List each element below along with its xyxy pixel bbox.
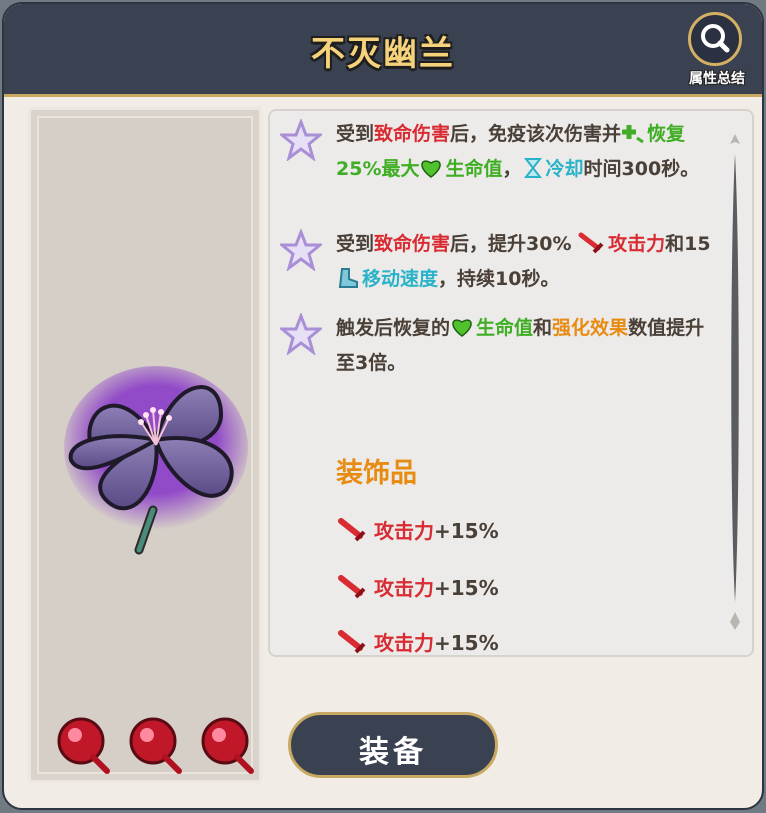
red-gem-icon — [129, 717, 182, 774]
scrollbar[interactable] — [720, 132, 750, 632]
stat-line: 攻击力+15% — [338, 515, 499, 544]
effect-text-part: 生命值 — [445, 158, 503, 180]
sword-icon — [338, 630, 366, 654]
star-icon — [280, 229, 322, 271]
boot-icon — [336, 267, 360, 299]
star-icon — [280, 119, 322, 161]
description-box[interactable]: 受到致命伤害后，免疫该次伤害并 恢复25%最大 生命值， 冷却时间300秒。 受到致命… — [268, 109, 754, 657]
accessory-title: 装饰品 — [336, 458, 417, 489]
effect-text-part: 触发后恢复的 — [336, 317, 451, 339]
stat-line: 攻击力+15% — [338, 572, 499, 601]
attribute-summary-button[interactable]: 属性总结 — [682, 12, 752, 90]
heart-icon — [419, 157, 443, 189]
equip-label: 装备 — [359, 735, 427, 770]
attribute-summary-label: 属性总结 — [689, 71, 745, 87]
sword-icon — [578, 232, 606, 264]
red-gem-icon — [201, 717, 254, 774]
effect-text-part: 受到 — [336, 123, 375, 145]
stat-line: 攻击力+15% — [338, 627, 499, 655]
search-icon — [688, 12, 742, 66]
heal-plus-icon — [621, 122, 645, 154]
effect-text-part: 受到 — [336, 233, 375, 255]
red-gem-icon — [57, 717, 110, 774]
effect-text: 受到致命伤害后，免疫该次伤害并 恢复25%最大 生命值， 冷却时间300秒。 — [336, 119, 716, 189]
effect-text-part: ， — [502, 158, 522, 180]
effect-text-part: 和 — [533, 317, 553, 339]
effect-text-part: 后，免疫该次伤害并 — [450, 123, 622, 145]
equip-button[interactable]: 装备 — [288, 712, 498, 778]
effect-text-part: ，持续10秒。 — [438, 268, 560, 290]
effect-text-part: 和15 — [665, 233, 711, 255]
hourglass-icon — [522, 157, 544, 189]
effect-text-part: 致命伤害 — [374, 233, 451, 255]
effect-text: 受到致命伤害后，提升30% 攻击力和15 移动速度，持续10秒。 — [336, 229, 716, 299]
star-icon — [280, 313, 322, 355]
effect-text-part: 致命伤害 — [374, 123, 451, 145]
effect-text-part: 强化效果 — [552, 317, 629, 339]
item-detail-panel: 不灭幽兰 属性总结 受到致命伤害后，免疫该次伤害并 恢复25%最大 生命值， 冷… — [2, 2, 764, 810]
sword-icon — [338, 518, 366, 542]
header-bar: 不灭幽兰 属性总结 — [4, 4, 762, 97]
effect-text-part: 移动速度 — [362, 268, 439, 290]
effect-text: 触发后恢复的 生命值和强化效果数值提升至3倍。 — [336, 313, 716, 379]
gem-slots — [53, 713, 263, 777]
effect-text-part: 冷却 — [545, 158, 584, 180]
effect-text-part: 时间300秒。 — [583, 158, 700, 180]
effect-text-part: 攻击力 — [608, 233, 666, 255]
effect-text-part: 生命值 — [476, 317, 534, 339]
item-title: 不灭幽兰 — [311, 34, 455, 74]
purple-flower-icon — [64, 366, 248, 555]
heart-icon — [450, 316, 474, 348]
sword-icon — [338, 575, 366, 599]
effect-text-part: 后，提升30% — [450, 233, 579, 255]
item-preview-box — [28, 107, 262, 783]
